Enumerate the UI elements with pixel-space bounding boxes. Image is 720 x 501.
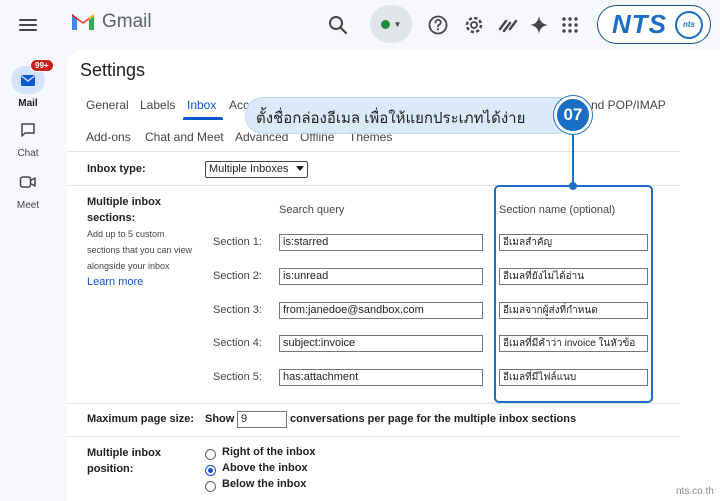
account-avatar[interactable]: NTS nts [597,5,711,44]
inbox-type-select[interactable]: Multiple Inboxes [205,161,308,178]
tab-chat-and-meet[interactable]: Chat and Meet [145,130,224,144]
position-right-radio[interactable] [205,449,216,460]
status-indicator[interactable]: ▼ [370,5,412,43]
video-camera-icon [19,176,36,188]
chevron-down-icon: ▼ [393,19,402,29]
max-page-size-label: Maximum page size: [87,413,194,425]
inbox-type-value: Multiple Inboxes [209,163,289,175]
section-1-query-input[interactable]: is:starred [279,234,483,251]
rail-meet-icon-wrap [11,168,45,196]
section-3-query-input[interactable]: from:janedoe@sandbox.com [279,302,483,319]
callout-connector-line [572,126,574,186]
section-5-query-input[interactable]: has:attachment [279,369,483,386]
row-divider [67,436,680,437]
apps-grid-icon[interactable] [558,13,582,37]
max-page-show-text: Show [205,413,235,425]
rail-chat[interactable]: Chat [0,116,56,159]
section-2-query-input[interactable]: is:unread [279,268,483,285]
mail-icon [21,74,35,86]
unread-count-badge: 99+ [30,59,54,72]
tab-labels[interactable]: Labels [140,98,175,112]
page-title: Settings [80,60,146,80]
max-page-size-input[interactable]: 9 [237,411,287,428]
top-bar: Gmail ▼ NTS nts [0,0,720,50]
max-page-size-suffix: conversations per page for the multiple … [290,413,577,425]
gear-icon[interactable] [462,13,486,37]
position-above-label[interactable]: Above the inbox [222,462,308,474]
inbox-position-label: Multiple inbox position: [87,447,161,475]
tutorial-step-number: 07 [554,96,592,134]
multiple-inbox-sections-label: Multiple inbox sections: [87,196,161,224]
tab-general[interactable]: General [86,98,129,112]
section-2-label: Section 2: [213,270,262,282]
nts-logo-mark: nts [675,10,703,39]
gmail-wordmark: Gmail [102,11,152,32]
learn-more-link[interactable]: Learn more [87,276,143,288]
section-4-query-input[interactable]: subject:invoice [279,335,483,352]
position-below-radio[interactable] [205,481,216,492]
callout-connector-dot [569,182,577,190]
sections-help-line-3: alongside your inbox [87,261,170,271]
gmail-m-icon [72,14,94,30]
gemini-sparkle-icon[interactable] [527,13,551,37]
row-divider [67,403,680,404]
apps-script-icon[interactable] [496,13,520,37]
inbox-type-label: Inbox type: [87,163,146,175]
tab-add-ons[interactable]: Add-ons [86,130,131,144]
section-4-label: Section 4: [213,337,262,349]
section-1-label: Section 1: [213,236,262,248]
section-3-label: Section 3: [213,304,262,316]
site-watermark: nts.co.th [676,486,714,497]
sections-help-line-2: sections that you can view [87,245,193,255]
rail-mail-icon-wrap: 99+ [11,59,54,94]
nts-logo-text: NTS [612,9,667,39]
tabs-divider [67,151,680,152]
position-right-label[interactable]: Right of the inbox [222,446,315,458]
search-icon[interactable] [326,13,350,37]
chat-icon [21,123,35,137]
rail-mail-label: Mail [18,98,38,109]
rail-meet-label: Meet [16,200,40,211]
rail-chat-label: Chat [17,148,39,159]
gmail-logo[interactable]: Gmail [70,11,152,33]
position-below-label[interactable]: Below the inbox [222,478,306,490]
tab-inbox[interactable]: Inbox [187,98,216,112]
search-query-header: Search query [279,204,345,216]
rail-mail[interactable]: 99+ Mail [0,59,56,109]
rail-chat-icon-wrap [11,116,45,144]
sections-help-line-1: Add up to 5 custom [87,229,165,239]
active-tab-indicator [183,117,223,120]
section-5-label: Section 5: [213,371,262,383]
tutorial-callout-text: ตั้งชื่อกล่องอีเมล เพื่อให้แยกประเภทได้ง… [256,110,526,127]
main-menu-icon[interactable] [16,13,40,37]
active-status-dot [380,19,390,29]
rail-meet[interactable]: Meet [0,168,56,211]
position-above-radio[interactable] [205,465,216,476]
help-icon[interactable] [426,13,450,37]
chevron-down-icon [296,166,304,171]
tab-forwarding-pop-imap[interactable]: nd POP/IMAP [591,98,666,112]
section-name-highlight [494,185,653,403]
